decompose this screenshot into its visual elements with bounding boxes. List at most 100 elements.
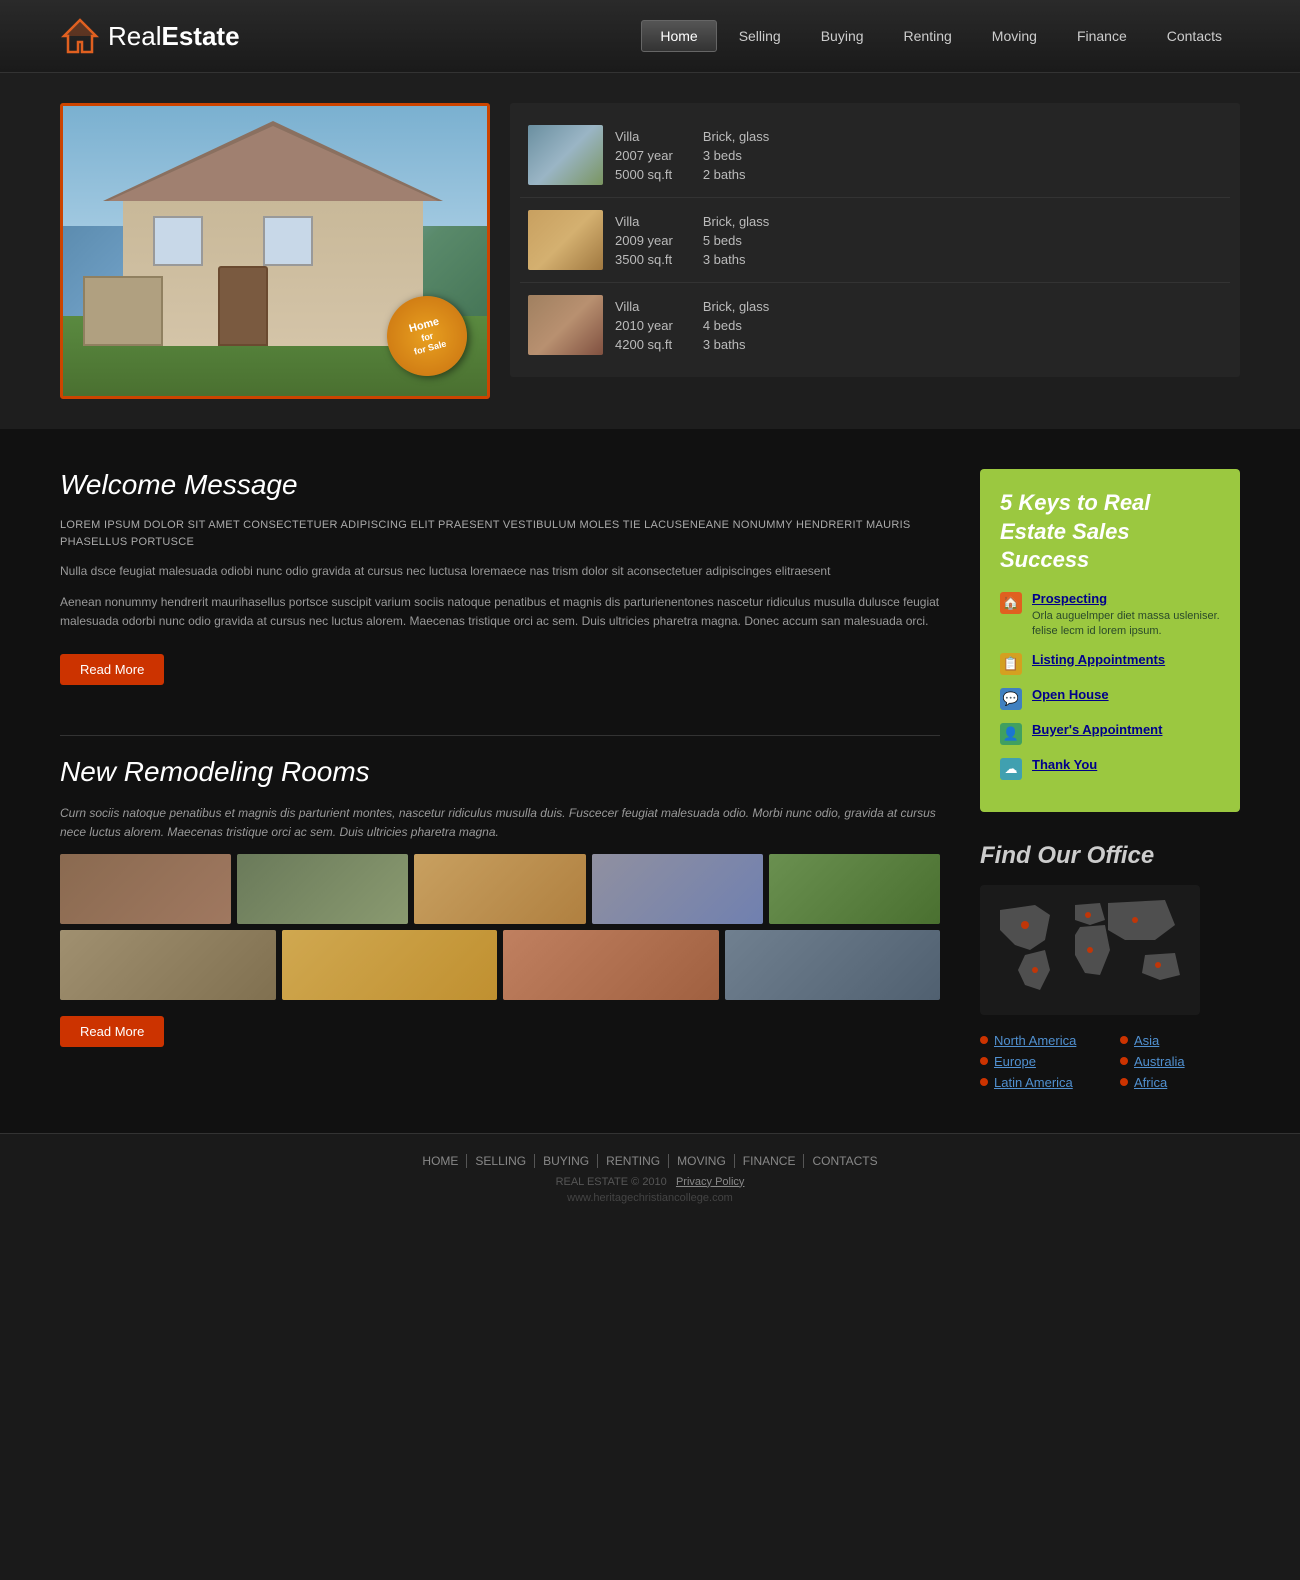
loc-asia[interactable]: Asia: [1120, 1030, 1240, 1051]
remodeling-body: Curn sociis natoque penatibus et magnis …: [60, 804, 940, 842]
footer-links: HOME SELLING BUYING RENTING MOVING FINAN…: [60, 1154, 1240, 1168]
property-list: Villa 2007 year 5000 sq.ft Brick, glass …: [510, 103, 1240, 377]
nav-home[interactable]: Home: [641, 20, 716, 52]
keys-title: 5 Keys to Real Estate Sales Success: [1000, 489, 1220, 575]
main-nav: Home Selling Buying Renting Moving Finan…: [641, 20, 1240, 52]
key-item-listing: 📋 Listing Appointments: [1000, 652, 1220, 675]
remodeling-title: New Remodeling Rooms: [60, 756, 940, 788]
property-info-2: Villa 2009 year 3500 sq.ft Brick, glass …: [615, 214, 1222, 267]
prop-type-1: Villa: [615, 129, 673, 144]
key-link-prospecting[interactable]: Prospecting: [1032, 591, 1220, 606]
prop-sqft-1: 5000 sq.ft: [615, 167, 673, 182]
office-locations: North America Europe Latin America Asia: [980, 1030, 1240, 1093]
key-link-thankyou[interactable]: Thank You: [1032, 757, 1097, 772]
hero-image-container: Home for for Sale: [60, 103, 490, 399]
property-item-1[interactable]: Villa 2007 year 5000 sq.ft Brick, glass …: [520, 113, 1230, 198]
key-item-prospecting: 🏠 Prospecting Orla auguelmper diet massa…: [1000, 591, 1220, 640]
loc-latin-america[interactable]: Latin America: [980, 1072, 1100, 1093]
office-title: Find Our Office: [980, 842, 1240, 870]
world-map: [980, 885, 1200, 1015]
nav-renting[interactable]: Renting: [886, 21, 970, 51]
key-item-openhouse: 💬 Open House: [1000, 687, 1220, 710]
room-grid-row1: [60, 854, 940, 924]
key-link-buyer[interactable]: Buyer's Appointment: [1032, 722, 1162, 737]
content-section: Welcome Message LOREM IPSUM DOLOR SIT AM…: [0, 429, 1300, 1133]
room-thumb-9[interactable]: [725, 930, 941, 1000]
room-thumb-7[interactable]: [282, 930, 498, 1000]
room-grid-row2: [60, 930, 940, 1000]
section-divider-1: [60, 735, 940, 736]
key-icon-buyer: 👤: [1000, 723, 1022, 745]
loc-bullet-na: [980, 1036, 988, 1044]
welcome-body-1: Nulla dsce feugiat malesuada odiobi nunc…: [60, 562, 940, 581]
loc-africa[interactable]: Africa: [1120, 1072, 1240, 1093]
room-thumb-6[interactable]: [60, 930, 276, 1000]
loc-bullet-eu: [980, 1057, 988, 1065]
footer-copy: REAL ESTATE © 2010 Privacy Policy: [60, 1176, 1240, 1188]
loc-australia[interactable]: Australia: [1120, 1051, 1240, 1072]
prop-type-2: Villa: [615, 214, 673, 229]
prop-beds-3: 4 beds: [703, 318, 769, 333]
prop-baths-1: 2 baths: [703, 167, 769, 182]
office-section: Find Our Office: [980, 842, 1240, 1093]
prop-year-3: 2010 year: [615, 318, 673, 333]
nav-buying[interactable]: Buying: [803, 21, 882, 51]
prop-sqft-2: 3500 sq.ft: [615, 252, 673, 267]
key-link-listing[interactable]: Listing Appointments: [1032, 652, 1165, 667]
footer-link-buying[interactable]: BUYING: [535, 1154, 598, 1168]
room-thumb-4[interactable]: [592, 854, 763, 924]
property-info-1: Villa 2007 year 5000 sq.ft Brick, glass …: [615, 129, 1222, 182]
room-thumb-8[interactable]: [503, 930, 719, 1000]
nav-selling[interactable]: Selling: [721, 21, 799, 51]
key-item-buyer: 👤 Buyer's Appointment: [1000, 722, 1220, 745]
room-thumb-5[interactable]: [769, 854, 940, 924]
property-item-3[interactable]: Villa 2010 year 4200 sq.ft Brick, glass …: [520, 283, 1230, 367]
nav-contacts[interactable]: Contacts: [1149, 21, 1240, 51]
logo-area: RealEstate: [60, 18, 240, 54]
header: RealEstate Home Selling Buying Renting M…: [0, 0, 1300, 73]
prop-baths-3: 3 baths: [703, 337, 769, 352]
hero-section: Home for for Sale Villa 2007 year 5000 s…: [0, 73, 1300, 429]
prop-year-2: 2009 year: [615, 233, 673, 248]
key-icon-prospecting: 🏠: [1000, 592, 1022, 614]
key-link-openhouse[interactable]: Open House: [1032, 687, 1109, 702]
prop-type-3: Villa: [615, 299, 673, 314]
property-thumbnail-3: [528, 295, 603, 355]
nav-moving[interactable]: Moving: [974, 21, 1055, 51]
room-thumb-2[interactable]: [237, 854, 408, 924]
footer-link-finance[interactable]: FINANCE: [735, 1154, 805, 1168]
prop-material-2: Brick, glass: [703, 214, 769, 229]
welcome-body-upper: LOREM IPSUM DOLOR SIT AMET CONSECTETUER …: [60, 517, 940, 550]
house-roof-svg: [103, 121, 443, 201]
welcome-title: Welcome Message: [60, 469, 940, 501]
footer-link-renting[interactable]: RENTING: [598, 1154, 669, 1168]
footer-link-selling[interactable]: SELLING: [467, 1154, 535, 1168]
loc-bullet-au: [1120, 1057, 1128, 1065]
footer-nav: HOME SELLING BUYING RENTING MOVING FINAN…: [0, 1133, 1300, 1214]
remodeling-read-more-button[interactable]: Read More: [60, 1016, 164, 1047]
footer-link-home[interactable]: HOME: [414, 1154, 467, 1168]
footer-link-contacts[interactable]: CONTACTS: [804, 1154, 885, 1168]
prop-material-3: Brick, glass: [703, 299, 769, 314]
key-desc-prospecting: Orla auguelmper diet massa usleniser. fe…: [1032, 609, 1220, 640]
property-thumbnail-1: [528, 125, 603, 185]
nav-finance[interactable]: Finance: [1059, 21, 1145, 51]
property-info-3: Villa 2010 year 4200 sq.ft Brick, glass …: [615, 299, 1222, 352]
key-icon-listing: 📋: [1000, 653, 1022, 675]
privacy-policy-link[interactable]: Privacy Policy: [676, 1176, 744, 1188]
welcome-read-more-button[interactable]: Read More: [60, 654, 164, 685]
loc-europe[interactable]: Europe: [980, 1051, 1100, 1072]
prop-sqft-3: 4200 sq.ft: [615, 337, 673, 352]
prop-beds-1: 3 beds: [703, 148, 769, 163]
property-item-2[interactable]: Villa 2009 year 3500 sq.ft Brick, glass …: [520, 198, 1230, 283]
logo-icon: [60, 18, 100, 54]
room-thumb-3[interactable]: [414, 854, 585, 924]
key-item-thankyou: ☁ Thank You: [1000, 757, 1220, 780]
loc-bullet-af: [1120, 1078, 1128, 1086]
prop-baths-2: 3 baths: [703, 252, 769, 267]
room-thumb-1[interactable]: [60, 854, 231, 924]
key-icon-thankyou: ☁: [1000, 758, 1022, 780]
loc-north-america[interactable]: North America: [980, 1030, 1100, 1051]
property-thumbnail-2: [528, 210, 603, 270]
footer-link-moving[interactable]: MOVING: [669, 1154, 735, 1168]
